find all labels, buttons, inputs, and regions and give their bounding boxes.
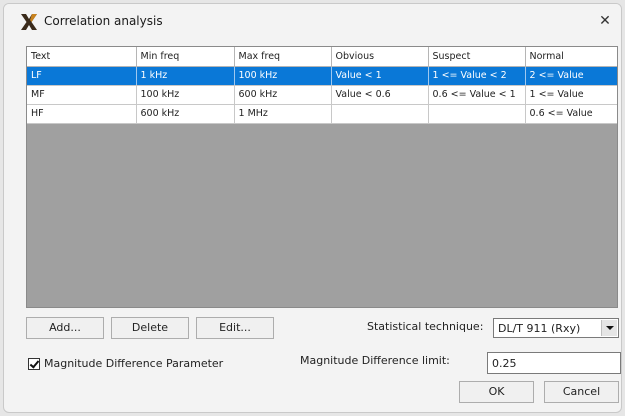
table-row[interactable]: MF 100 kHz 600 kHz Value < 0.6 0.6 <= Va… bbox=[27, 85, 617, 105]
close-icon: ✕ bbox=[599, 13, 611, 29]
frequency-bands-grid[interactable]: Text Min freq Max freq Obvious Suspect N… bbox=[26, 46, 618, 308]
table-cell[interactable]: 2 <= Value bbox=[525, 66, 617, 86]
ok-button[interactable]: OK bbox=[459, 381, 534, 403]
table-cell[interactable]: 1 <= Value bbox=[525, 85, 617, 105]
table-cell[interactable]: 600 kHz bbox=[136, 104, 235, 124]
column-header-normal[interactable]: Normal bbox=[525, 47, 617, 67]
title-bar: Correlation analysis ✕ bbox=[4, 4, 621, 40]
table-row[interactable]: HF 600 kHz 1 MHz 0.6 <= Value bbox=[27, 104, 617, 124]
column-header-min-freq[interactable]: Min freq bbox=[136, 47, 235, 67]
table-cell[interactable] bbox=[428, 104, 526, 124]
app-logo-icon bbox=[21, 14, 37, 30]
delete-button[interactable]: Delete bbox=[111, 317, 189, 339]
table-cell[interactable]: 600 kHz bbox=[234, 85, 332, 105]
column-header-obvious[interactable]: Obvious bbox=[331, 47, 429, 67]
magnitude-parameter-checkbox[interactable] bbox=[28, 358, 40, 370]
table-cell[interactable]: Value < 0.6 bbox=[331, 85, 429, 105]
magnitude-limit-value: 0.25 bbox=[492, 357, 517, 370]
magnitude-limit-label: Magnitude Difference limit: bbox=[300, 354, 450, 367]
magnitude-limit-input[interactable]: 0.25 bbox=[487, 352, 621, 374]
table-cell[interactable]: 0.6 <= Value bbox=[525, 104, 617, 124]
table-cell[interactable]: Value < 1 bbox=[331, 66, 429, 86]
table-cell[interactable]: MF bbox=[27, 85, 137, 105]
table-cell[interactable]: 0.6 <= Value < 1 bbox=[428, 85, 526, 105]
close-button[interactable]: ✕ bbox=[591, 8, 619, 34]
statistical-technique-label: Statistical technique: bbox=[367, 320, 484, 333]
column-header-suspect[interactable]: Suspect bbox=[428, 47, 526, 67]
chevron-down-icon[interactable] bbox=[601, 320, 617, 336]
table-cell[interactable]: 1 <= Value < 2 bbox=[428, 66, 526, 86]
table-header-row: Text Min freq Max freq Obvious Suspect N… bbox=[27, 47, 617, 67]
edit-button[interactable]: Edit... bbox=[196, 317, 274, 339]
table-cell[interactable]: 1 kHz bbox=[136, 66, 235, 86]
table-cell[interactable]: LF bbox=[27, 66, 137, 86]
table-cell[interactable]: 100 kHz bbox=[136, 85, 235, 105]
magnitude-parameter-label[interactable]: Magnitude Difference Parameter bbox=[44, 357, 223, 370]
window-title: Correlation analysis bbox=[44, 14, 163, 28]
add-button[interactable]: Add... bbox=[26, 317, 104, 339]
column-header-max-freq[interactable]: Max freq bbox=[234, 47, 332, 67]
table-cell[interactable] bbox=[331, 104, 429, 124]
statistical-technique-select[interactable]: DL/T 911 (Rxy) bbox=[493, 318, 619, 338]
statistical-technique-value: DL/T 911 (Rxy) bbox=[498, 322, 581, 335]
frequency-bands-table: Text Min freq Max freq Obvious Suspect N… bbox=[27, 47, 617, 124]
table-cell[interactable]: 100 kHz bbox=[234, 66, 332, 86]
table-row[interactable]: LF 1 kHz 100 kHz Value < 1 1 <= Value < … bbox=[27, 66, 617, 86]
correlation-analysis-dialog: Correlation analysis ✕ Text Min freq Max… bbox=[3, 3, 622, 413]
cancel-button[interactable]: Cancel bbox=[544, 381, 619, 403]
column-header-text[interactable]: Text bbox=[27, 47, 137, 67]
table-cell[interactable]: 1 MHz bbox=[234, 104, 332, 124]
table-cell[interactable]: HF bbox=[27, 104, 137, 124]
